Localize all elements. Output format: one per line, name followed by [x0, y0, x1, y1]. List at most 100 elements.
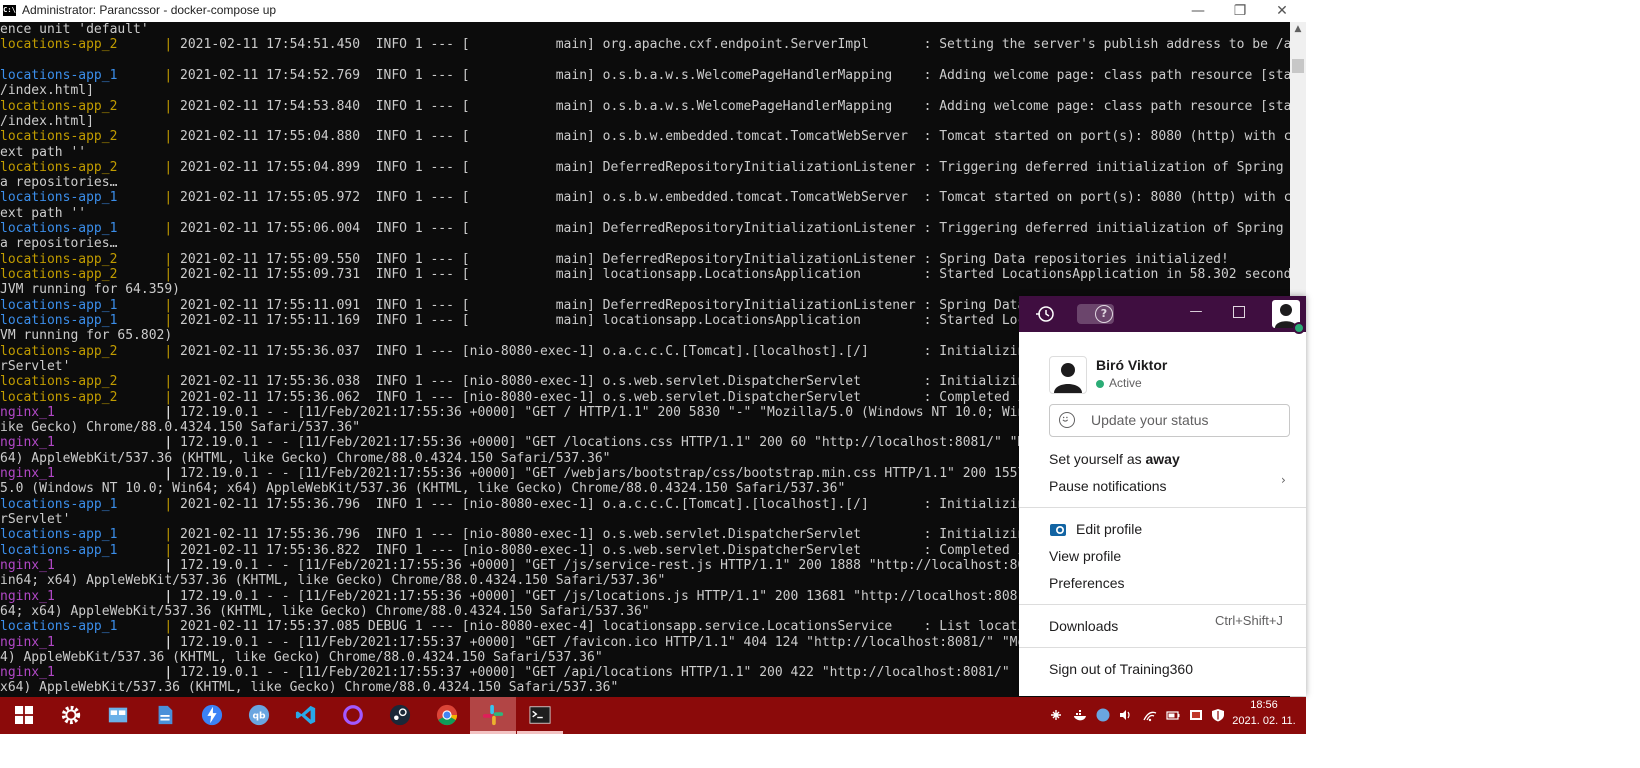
- docker-tray-icon[interactable]: [1073, 708, 1087, 722]
- away-bold: away: [1145, 451, 1180, 467]
- slack-profile-menu: ? — Biró Viktor Active Update your statu…: [1019, 296, 1306, 696]
- log-service-name: locations-app_2: [0, 159, 165, 175]
- log-separator: |: [164, 251, 181, 267]
- log-separator: |: [164, 466, 181, 482]
- log-separator: |: [164, 588, 181, 604]
- chrome-icon[interactable]: [435, 703, 459, 727]
- chevron-right-icon: ›: [1281, 473, 1286, 487]
- security-shield-icon[interactable]: [1211, 708, 1225, 722]
- log-service-name: locations-app_2: [0, 343, 165, 359]
- terminal-icon[interactable]: [528, 703, 552, 727]
- presence-dot-icon: [1096, 380, 1104, 388]
- log-service-name: locations-app_1: [0, 619, 165, 635]
- log-separator: |: [164, 389, 181, 405]
- log-separator: |: [164, 267, 181, 282]
- log-service-name: nginx_1: [0, 404, 165, 420]
- log-line: ence unit 'default': [0, 22, 149, 37]
- log-line: locations-app_2 | 2021-02-11 17:55:09.73…: [0, 267, 1290, 282]
- log-message: 2021-02-11 17:55:11.091 INFO 1 --- [ mai…: [180, 297, 1041, 313]
- notification-tray-icon[interactable]: [1189, 708, 1203, 722]
- clock-time[interactable]: 18:56: [1234, 699, 1294, 711]
- clock-date[interactable]: 2021. 02. 11.: [1230, 715, 1298, 727]
- qbittorrent-tray-icon[interactable]: [1096, 708, 1110, 722]
- smile-icon[interactable]: [1059, 412, 1075, 428]
- log-service-name: locations-app_2: [0, 37, 165, 53]
- active-indicator: [470, 731, 516, 734]
- preferences-item[interactable]: Preferences: [1019, 570, 1306, 596]
- log-message: 2021-02-11 17:55:37.085 DEBUG 1 --- [nio…: [180, 619, 1041, 635]
- log-service-name: nginx_1: [0, 557, 165, 573]
- downloads-shortcut: Ctrl+Shift+J: [1215, 613, 1283, 628]
- steam-icon[interactable]: [388, 703, 412, 727]
- log-separator: |: [164, 374, 181, 390]
- edit-profile-item[interactable]: Edit profile: [1019, 516, 1306, 542]
- network-tray-icon[interactable]: [1049, 708, 1063, 722]
- minimize-icon[interactable]: —: [1176, 0, 1220, 22]
- log-service-name: locations-app_2: [0, 129, 165, 145]
- slack-title-bar: ? —: [1019, 296, 1306, 334]
- log-separator: |: [164, 634, 181, 650]
- log-line: locations-app_2 | 2021-02-11 17:54:51.45…: [0, 37, 1290, 52]
- wifi-icon[interactable]: [1143, 708, 1157, 722]
- log-separator: |: [164, 665, 181, 681]
- battery-icon[interactable]: [1166, 708, 1180, 722]
- log-line: locations-app_2 | 2021-02-11 17:55:04.89…: [0, 160, 1290, 175]
- scrollbar-thumb[interactable]: [1292, 59, 1304, 73]
- log-line: ext path '': [0, 205, 87, 221]
- help-icon[interactable]: ?: [1095, 305, 1113, 323]
- log-message: 172.19.0.1 - - [11/Feb/2021:17:55:36 +00…: [180, 404, 1041, 420]
- log-message: 2021-02-11 17:55:06.004 INFO 1 --- [ mai…: [180, 221, 1290, 237]
- log-separator: |: [164, 404, 181, 420]
- divider: [1019, 507, 1306, 508]
- circle-app-icon[interactable]: [341, 703, 365, 727]
- qbittorrent-icon[interactable]: qb: [247, 703, 271, 727]
- log-message: 2021-02-11 17:55:36.796 INFO 1 --- [nio-…: [180, 527, 1041, 543]
- log-line: /index.html]: [0, 113, 94, 129]
- log-message: 2021-02-11 17:54:53.840 INFO 1 --- [ mai…: [180, 98, 1290, 114]
- close-icon[interactable]: ✕: [1260, 0, 1304, 22]
- settings-gear-icon[interactable]: [59, 703, 83, 727]
- windows-start-icon[interactable]: [12, 703, 36, 727]
- log-service-name: nginx_1: [0, 588, 165, 604]
- window-title: Administrator: Parancssor - docker-compo…: [22, 3, 277, 17]
- thunderbolt-icon[interactable]: [200, 703, 224, 727]
- scroll-up-arrow-icon[interactable]: ▲: [1290, 24, 1306, 38]
- log-separator: |: [164, 297, 181, 313]
- volume-icon[interactable]: [1118, 708, 1132, 722]
- pause-notifications-item[interactable]: Pause notifications ›: [1019, 473, 1306, 499]
- vscode-icon[interactable]: [294, 703, 318, 727]
- log-line: a repositories…: [0, 175, 118, 191]
- sign-out-item[interactable]: Sign out of Training360: [1019, 656, 1306, 682]
- presence-indicator: [1293, 322, 1305, 334]
- set-away-item[interactable]: Set yourself as away: [1019, 446, 1306, 472]
- log-separator: |: [164, 129, 181, 145]
- log-service-name: locations-app_2: [0, 267, 165, 282]
- svg-text:qb: qb: [252, 711, 266, 722]
- log-separator: |: [164, 619, 181, 635]
- log-separator: |: [164, 190, 181, 206]
- log-line: ext path '': [0, 144, 87, 160]
- log-service-name: locations-app_2: [0, 374, 165, 390]
- view-profile-item[interactable]: View profile: [1019, 543, 1306, 569]
- profile-avatar: [1049, 356, 1087, 394]
- log-message: 2021-02-11 17:55:36.796 INFO 1 --- [nio-…: [180, 496, 1041, 512]
- minimize-icon[interactable]: —: [1189, 304, 1203, 322]
- divider: [1019, 604, 1306, 605]
- title-bar: C:\ Administrator: Parancssor - docker-c…: [0, 0, 1306, 22]
- restore-icon[interactable]: ❐: [1218, 0, 1262, 22]
- log-service-name: nginx_1: [0, 466, 165, 482]
- taskbar: qb 18:56 2021. 02. 11.: [0, 697, 1306, 734]
- slack-icon[interactable]: [481, 703, 505, 727]
- log-message: 2021-02-11 17:55:04.899 INFO 1 --- [ mai…: [180, 159, 1290, 175]
- log-separator: |: [164, 98, 181, 114]
- update-status-input[interactable]: Update your status: [1049, 404, 1290, 437]
- explorer-icon[interactable]: [106, 703, 130, 727]
- log-separator: |: [164, 221, 181, 237]
- log-message: 2021-02-11 17:55:36.062 INFO 1 --- [nio-…: [180, 389, 1041, 405]
- log-service-name: locations-app_1: [0, 297, 165, 313]
- file-icon[interactable]: [153, 703, 177, 727]
- maximize-icon[interactable]: [1233, 306, 1245, 318]
- log-separator: |: [164, 159, 181, 175]
- downloads-item[interactable]: Downloads Ctrl+Shift+J: [1019, 613, 1306, 639]
- history-icon[interactable]: [1035, 305, 1055, 323]
